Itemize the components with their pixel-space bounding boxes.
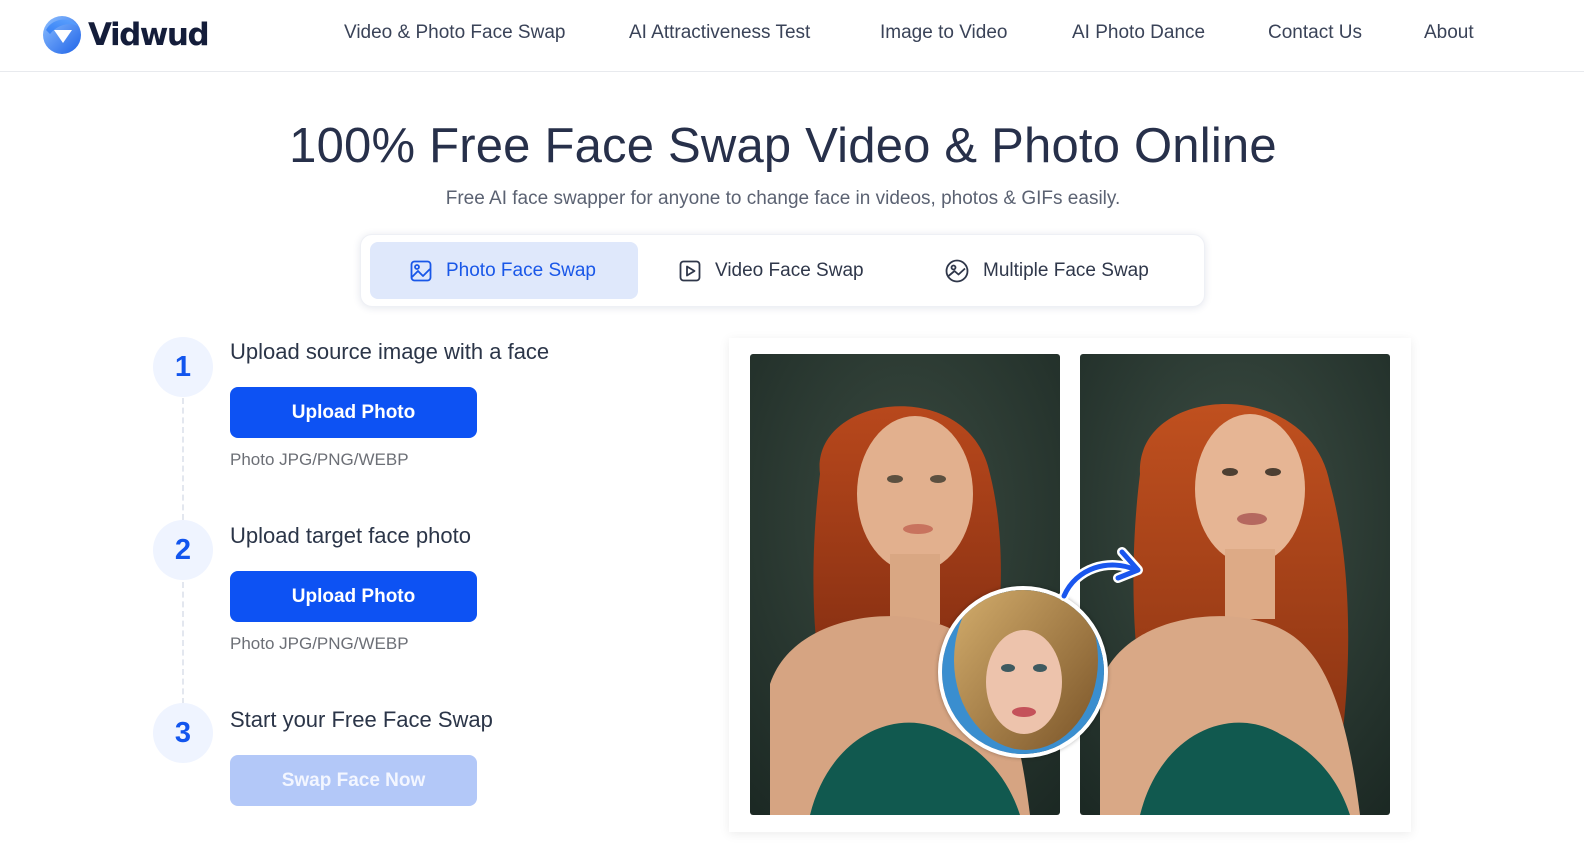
step-number: 1 xyxy=(153,337,213,397)
upload-source-photo-button[interactable]: Upload Photo xyxy=(230,387,477,438)
step-title: Upload target face photo xyxy=(230,523,471,548)
image-circle-icon xyxy=(945,259,969,282)
site-header: Vidwud Video & Photo Face Swap AI Attrac… xyxy=(0,0,1584,72)
step-number: 3 xyxy=(153,703,213,763)
step-title: Upload source image with a face xyxy=(230,339,550,364)
nav-about[interactable]: About xyxy=(1424,22,1474,44)
file-type-hint: Photo JPG/PNG/WEBP xyxy=(230,634,409,653)
nav-ai-photo-dance[interactable]: AI Photo Dance xyxy=(1072,22,1205,44)
tab-label: Photo Face Swap xyxy=(446,259,596,281)
page-title: 100% Free Face Swap Video & Photo Online xyxy=(289,119,1277,173)
nav-contact-us[interactable]: Contact Us xyxy=(1268,22,1362,44)
vidwud-logo-icon xyxy=(40,12,84,56)
target-face-thumbnail xyxy=(938,586,1108,758)
file-type-hint: Photo JPG/PNG/WEBP xyxy=(230,450,409,469)
step-number: 2 xyxy=(153,520,213,580)
image-icon xyxy=(410,260,432,281)
swap-face-now-button[interactable]: Swap Face Now xyxy=(230,755,477,806)
tab-video-face-swap[interactable]: Video Face Swap xyxy=(649,242,889,299)
tab-photo-face-swap[interactable]: Photo Face Swap xyxy=(370,242,638,299)
page-subtitle: Free AI face swapper for anyone to chang… xyxy=(445,188,1121,209)
step-connector xyxy=(182,582,184,704)
nav-image-to-video[interactable]: Image to Video xyxy=(880,22,1007,44)
swap-arrow-icon xyxy=(1059,547,1143,601)
nav-video-photo-face-swap[interactable]: Video & Photo Face Swap xyxy=(344,22,565,44)
brand-name: Vidwud xyxy=(88,16,210,53)
step-connector xyxy=(182,398,184,520)
logo[interactable]: Vidwud xyxy=(40,11,210,57)
demo-preview xyxy=(729,338,1411,832)
mode-tabs: Photo Face Swap Video Face Swap Multiple… xyxy=(360,234,1205,307)
tab-multiple-face-swap[interactable]: Multiple Face Swap xyxy=(917,242,1197,299)
upload-target-photo-button[interactable]: Upload Photo xyxy=(230,571,477,622)
nav-ai-attractiveness-test[interactable]: AI Attractiveness Test xyxy=(629,22,810,44)
step-title: Start your Free Face Swap xyxy=(230,707,493,732)
tab-label: Multiple Face Swap xyxy=(983,259,1149,281)
play-square-icon xyxy=(679,260,701,281)
tab-label: Video Face Swap xyxy=(715,259,864,281)
